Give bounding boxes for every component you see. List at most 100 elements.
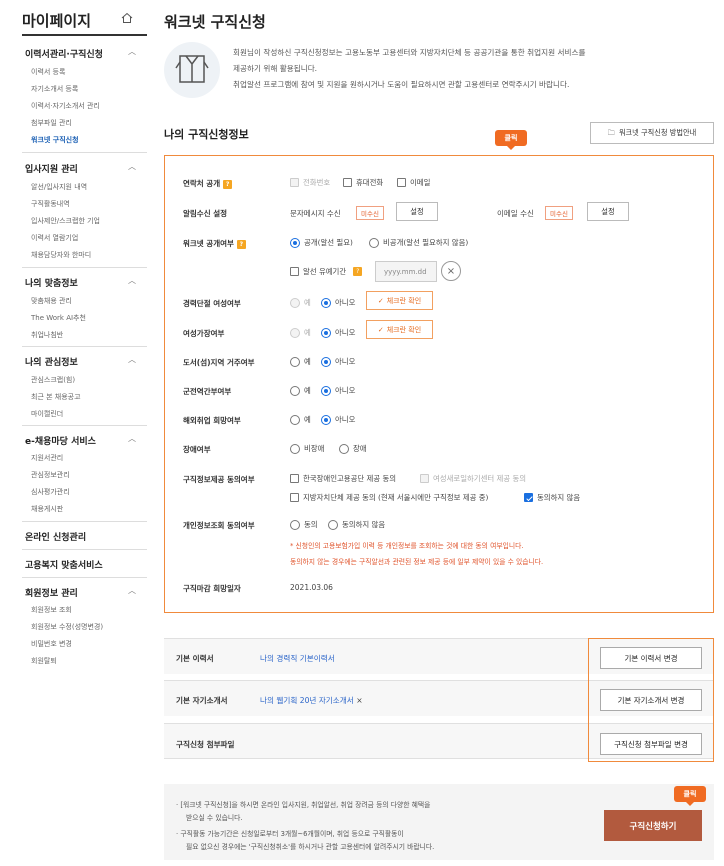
click-badge: 클릭 xyxy=(674,786,706,806)
sidebar-section-resume[interactable]: 이력서관리·구직신청 xyxy=(25,47,103,60)
consent-kead-checkbox[interactable]: 한국장애인고용공단 제공 동의 xyxy=(290,473,396,484)
sidebar-item[interactable]: 구직활동내역 xyxy=(31,199,70,209)
privacy-agree-radio[interactable]: 동의 xyxy=(290,519,318,530)
sidebar-item[interactable]: 이력서 열람기업 xyxy=(31,233,78,243)
island-label: 도서(섬)지역 거주여부 xyxy=(183,358,255,367)
intro-text: 취업알선 프로그램에 참여 및 지원을 원하시거나 도움이 필요하시면 관할 고… xyxy=(233,80,570,89)
sidebar-item[interactable]: The Work AI추천 xyxy=(31,313,86,323)
info-text: · [워크넷 구직신청]을 하시면 온라인 입사지원, 취업알선, 취업 장려금… xyxy=(176,801,431,809)
help-icon: ? xyxy=(353,267,363,276)
help-icon: ? xyxy=(223,179,233,189)
close-icon[interactable]: × xyxy=(441,261,461,281)
public-label: 워크넷 공개여부? xyxy=(183,238,246,249)
consent-women-center-checkbox: 여성새로일하기센터 제공 동의 xyxy=(420,473,526,484)
privacy-note: * 신청인의 고용보험가입 이력 등 개인정보를 조회하는 것에 대한 동의 여… xyxy=(290,542,524,550)
sidebar-item[interactable]: 채용담당자와 한마디 xyxy=(31,250,91,260)
military-label: 군전역간부여부 xyxy=(183,387,232,396)
female-head-yes-radio: 예 xyxy=(290,327,311,338)
career-break-check-button[interactable]: ✓ 체크란 확인 xyxy=(366,291,433,310)
sidebar-item[interactable]: 마이캘린더 xyxy=(31,409,63,419)
sidebar-item[interactable]: 채용게시판 xyxy=(31,504,63,514)
intro-link[interactable]: 나의 웹기획 20년 자기소개서 × xyxy=(260,695,363,706)
sidebar-section-interest[interactable]: 나의 관심정보 xyxy=(25,355,78,368)
island-no-radio[interactable]: 아니오 xyxy=(321,356,355,367)
consent-label: 구직정보제공 동의여부 xyxy=(183,475,255,484)
home-icon[interactable] xyxy=(121,12,133,24)
contact-mobile-checkbox[interactable]: 휴대전화 xyxy=(343,177,383,188)
sidebar-item[interactable]: 회원정보 수정(성명변경) xyxy=(31,622,103,632)
sidebar-section-member[interactable]: 회원정보 관리 xyxy=(25,586,78,599)
sidebar-item[interactable]: 맞춤채용 관리 xyxy=(31,296,72,306)
overseas-no-radio[interactable]: 아니오 xyxy=(321,414,355,425)
sidebar-item[interactable]: 회원정보 조회 xyxy=(31,605,72,615)
chevron-up-icon[interactable]: ︿ xyxy=(128,433,136,444)
female-head-label: 여성가장여부 xyxy=(183,329,225,338)
sidebar-item[interactable]: 회원탈퇴 xyxy=(31,656,57,666)
info-text: · 구직활동 가능기간은 신청일로부터 3개월~6개월이며, 취업 등으로 구직… xyxy=(176,830,404,838)
sidebar-section-welfare[interactable]: 고용복지 맞춤서비스 xyxy=(25,558,103,571)
privacy-disagree-radio[interactable]: 동의하지 않음 xyxy=(328,519,385,530)
guide-button-label: 워크넷 구직신청 방법안내 xyxy=(618,128,697,137)
chevron-up-icon[interactable]: ︿ xyxy=(128,161,136,172)
apply-button[interactable]: 구직신청하기 xyxy=(604,810,702,841)
folder-icon: 🗀 xyxy=(607,127,615,137)
career-break-label: 경력단절 여성여부 xyxy=(183,299,241,308)
military-yes-radio[interactable]: 예 xyxy=(290,385,311,396)
sms-settings-button[interactable]: 설정 xyxy=(396,202,438,221)
sidebar-item[interactable]: 취업나침반 xyxy=(31,330,63,340)
sidebar-item-resume-register[interactable]: 이력서 등록 xyxy=(31,67,65,77)
close-icon: × xyxy=(356,696,363,705)
chevron-up-icon[interactable]: ︿ xyxy=(128,275,136,286)
sidebar-item-intro-register[interactable]: 자기소개서 등록 xyxy=(31,84,78,94)
guide-button[interactable]: 🗀 워크넷 구직신청 방법안내 xyxy=(590,122,714,144)
page-title: 워크넷 구직신청 xyxy=(164,13,266,31)
sms-status-badge: 미수신 xyxy=(356,206,384,220)
career-break-no-radio[interactable]: 아니오 xyxy=(321,297,355,308)
sidebar-item[interactable]: 비밀번호 변경 xyxy=(31,639,72,649)
chevron-up-icon[interactable]: ︿ xyxy=(128,46,136,57)
sidebar-section-custom[interactable]: 나의 맞춤정보 xyxy=(25,276,78,289)
island-yes-radio[interactable]: 예 xyxy=(290,356,311,367)
privacy-label: 개인정보조회 동의여부 xyxy=(183,521,255,530)
buttons-highlight xyxy=(588,638,714,762)
chevron-up-icon[interactable]: ︿ xyxy=(128,354,136,365)
click-badge: 클릭 xyxy=(495,130,527,150)
overseas-yes-radio[interactable]: 예 xyxy=(290,414,311,425)
sidebar-item[interactable]: 지원서관리 xyxy=(31,453,63,463)
defer-date-input[interactable]: yyyy.mm.dd xyxy=(375,261,437,282)
career-break-yes-radio: 예 xyxy=(290,297,311,308)
female-head-check-button[interactable]: ✓ 체크란 확인 xyxy=(366,320,433,339)
sidebar-item[interactable]: 최근 본 채용공고 xyxy=(31,392,81,402)
contact-email-checkbox[interactable]: 이메일 xyxy=(397,177,430,188)
consent-local-gov-checkbox[interactable]: 지방자치단체 제공 동의 (현재 서울시에만 구직정보 제공 중) xyxy=(290,492,488,503)
consent-disagree-checkbox[interactable]: 동의하지 않음 xyxy=(524,492,580,503)
sidebar-item-resume-manage[interactable]: 이력서·자기소개서 관리 xyxy=(31,101,100,111)
doc-label: 기본 이력서 xyxy=(176,654,214,663)
notify-label: 알림수신 설정 xyxy=(183,209,228,218)
chevron-up-icon[interactable]: ︿ xyxy=(128,585,136,596)
defer-checkbox[interactable]: 알선 유예기간? xyxy=(290,266,363,277)
privacy-note: 동의하지 않는 경우에는 구직알선과 관련된 정보 제공 등에 일부 제약이 있… xyxy=(290,558,544,566)
non-disabled-radio[interactable]: 비장애 xyxy=(290,443,324,454)
resume-link[interactable]: 나의 경력직 기본이력서 xyxy=(260,653,335,664)
sidebar-section-applications[interactable]: 입사지원 관리 xyxy=(25,162,78,175)
email-settings-button[interactable]: 설정 xyxy=(587,202,629,221)
military-no-radio[interactable]: 아니오 xyxy=(321,385,355,396)
intro-text: 회원님이 작성하신 구직신청정보는 고용노동부 고용센터와 지방자치단체 등 공… xyxy=(233,48,586,57)
sidebar-item[interactable]: 알선/입사지원 내역 xyxy=(31,182,87,192)
sidebar-item-job-application[interactable]: 워크넷 구직신청 xyxy=(31,135,79,145)
sidebar-item-attachments[interactable]: 첨부파일 관리 xyxy=(31,118,72,128)
public-radio[interactable]: 공개(알선 필요) xyxy=(290,237,353,248)
check-icon: ✓ xyxy=(377,325,384,334)
sms-label: 문자메시지 수신 xyxy=(290,209,341,218)
sidebar-section-e-recruit[interactable]: e-채용마당 서비스 xyxy=(25,434,96,447)
deadline-value: 2021.03.06 xyxy=(290,583,333,592)
sidebar-item[interactable]: 심사평가관리 xyxy=(31,487,70,497)
female-head-no-radio[interactable]: 아니오 xyxy=(321,327,355,338)
sidebar-item[interactable]: 관심정보관리 xyxy=(31,470,70,480)
sidebar-item[interactable]: 입사제안/스크랩한 기업 xyxy=(31,216,100,226)
sidebar-section-online[interactable]: 온라인 신청관리 xyxy=(25,530,86,543)
sidebar-item[interactable]: 관심스크랩(힘) xyxy=(31,375,75,385)
private-radio[interactable]: 비공개(알선 필요하지 않음) xyxy=(369,237,468,248)
disabled-radio[interactable]: 장애 xyxy=(339,443,367,454)
